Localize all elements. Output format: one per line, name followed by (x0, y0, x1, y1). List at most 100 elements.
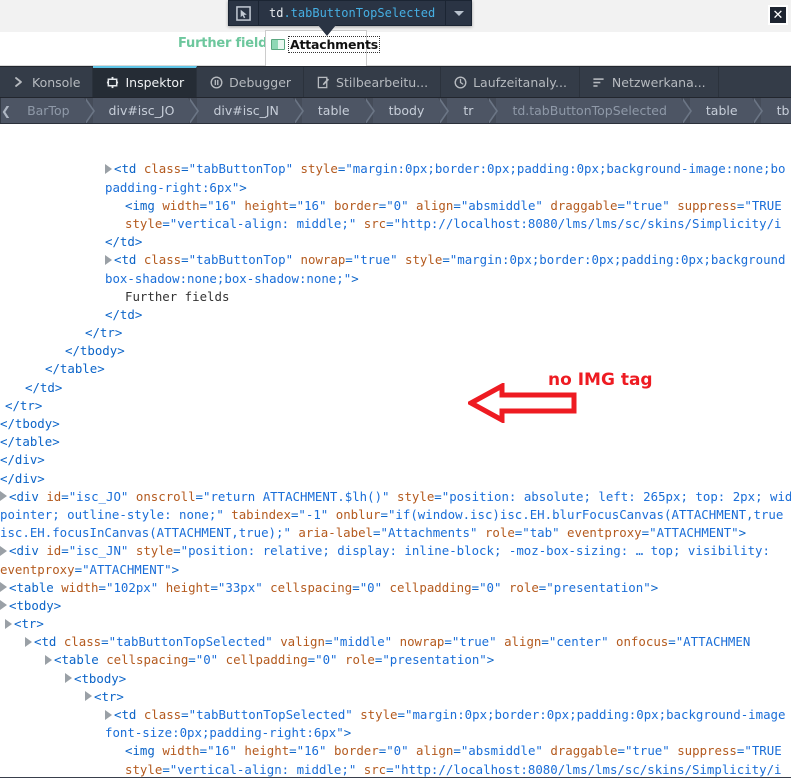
code-token: "tab" (522, 525, 560, 541)
code-line[interactable]: <tr> (0, 688, 791, 706)
code-token: </div> (0, 452, 45, 468)
code-line[interactable]: <tbody> (0, 597, 791, 615)
code-token: "true" (624, 197, 670, 213)
code-line[interactable]: <img width="16" height="16" border="0" a… (0, 742, 791, 760)
annotation-note: no IMG tag (548, 370, 653, 390)
breadcrumb-item-tbody-2[interactable]: tb (760, 98, 791, 123)
code-line[interactable]: <td class="tabButtonTop" style="margin:0… (0, 160, 791, 178)
code-line[interactable]: font-size:0px;padding-right:6px"> (0, 724, 791, 742)
code-line[interactable]: </tbody> (0, 342, 791, 360)
chevron-down-icon[interactable] (445, 1, 471, 25)
code-line[interactable]: <img width="16" height="16" border="0" a… (0, 197, 791, 215)
breadcrumb-item-div-isc-jo[interactable]: div#isc_JO (92, 98, 200, 123)
breadcrumb-item-td-tabbuttontopselected[interactable]: td.tabButtonTopSelected (496, 98, 693, 123)
code-line[interactable]: </td> (0, 379, 791, 397)
code-token: = (471, 579, 480, 595)
expand-triangle-icon[interactable] (0, 600, 7, 611)
breadcrumb-item-div-isc-jn[interactable]: div#isc_JN (197, 98, 305, 123)
tab-konsole[interactable]: Konsole (0, 67, 94, 97)
element-picker-tooltip[interactable]: td.tabButtonTopSelected (228, 0, 473, 26)
code-line[interactable]: style="vertical-align: middle;" src="htt… (0, 215, 791, 233)
code-token: height (244, 197, 290, 213)
breadcrumb-item-table[interactable]: table (301, 98, 375, 123)
code-line[interactable]: <tbody> (0, 670, 791, 688)
expand-triangle-icon[interactable] (105, 709, 112, 720)
breadcrumb-item-table-2[interactable]: table (689, 98, 763, 123)
tab-inspektor[interactable]: Inspektor (93, 66, 198, 97)
code-token: draggable (550, 197, 618, 213)
code-token: <img (125, 197, 163, 213)
code-line[interactable]: Further fields (0, 288, 791, 306)
element-picker-icon[interactable] (229, 1, 259, 25)
expand-triangle-icon[interactable] (25, 636, 32, 647)
code-line[interactable]: </tr> (0, 397, 791, 415)
code-line[interactable]: </table> (0, 360, 791, 378)
expand-triangle-icon[interactable] (0, 545, 7, 556)
code-token: role (508, 579, 539, 595)
expand-triangle-icon[interactable] (0, 491, 7, 502)
code-line[interactable]: <table cellspacing="0" cellpadding="0" r… (0, 651, 791, 669)
code-line[interactable]: <table width="102px" height="33px" cells… (0, 579, 791, 597)
code-token: = (641, 525, 650, 541)
code-token: = (434, 488, 442, 504)
expand-triangle-icon[interactable] (105, 254, 112, 265)
code-line[interactable]: pointer; outline-style: none;" tabindex =… (0, 506, 791, 524)
code-token: = (541, 634, 549, 650)
expand-triangle-icon[interactable] (45, 654, 52, 665)
code-line[interactable]: <td class="tabButtonTop" nowrap="true" s… (0, 251, 791, 269)
code-line[interactable]: </tr> (0, 324, 791, 342)
tab-stilbearbeitung[interactable]: Stilbearbeitu... (304, 67, 442, 97)
code-line[interactable]: </td> (0, 233, 791, 251)
code-line[interactable]: box-shadow:none;box-shadow:none;"> (0, 270, 791, 288)
code-line[interactable]: </div> (0, 451, 791, 469)
code-token: src (363, 215, 387, 231)
code-line[interactable]: isc.EH.focusInCanvas(ATTACHMENT,true);" … (0, 524, 791, 542)
code-token: border (333, 197, 379, 213)
expand-triangle-icon[interactable] (65, 673, 72, 684)
code-line[interactable]: style="vertical-align: middle;" src="htt… (0, 761, 791, 777)
breadcrumb[interactable]: ❮ BarTop div#isc_JO div#isc_JN table tbo… (0, 98, 791, 124)
page-tab-bar (0, 32, 791, 96)
code-token: </tbody> (65, 343, 125, 359)
code-line[interactable]: <td class="tabButtonTopSelected" style="… (0, 706, 791, 724)
expand-triangle-icon[interactable] (0, 582, 7, 593)
code-token: cellpadding (225, 652, 308, 668)
code-token: style (396, 488, 435, 504)
code-line[interactable]: </table> (0, 433, 791, 451)
code-token: </td> (105, 234, 143, 250)
code-token: = (199, 197, 208, 213)
expand-triangle-icon[interactable] (105, 163, 112, 174)
code-token: nowrap (300, 252, 346, 268)
code-token: src (363, 761, 387, 777)
code-line[interactable]: </td> (0, 306, 791, 324)
code-token: <div (9, 543, 47, 559)
code-line[interactable]: <tr> (0, 615, 791, 633)
code-line[interactable]: eventproxy="ATTACHMENT"> (0, 561, 791, 579)
code-line[interactable]: padding-right:6px"> (0, 179, 791, 197)
code-token: "middle" (332, 634, 393, 650)
code-line[interactable]: <div id="isc_JO" onscroll="return ATTACH… (0, 488, 791, 506)
markup-code-pane[interactable]: <td class="tabButtonTop" style="margin:0… (0, 124, 791, 777)
expand-triangle-icon[interactable] (5, 618, 12, 629)
code-line[interactable]: <div id="isc_JN" style="position: relati… (0, 542, 791, 560)
code-token: = (188, 652, 196, 668)
code-token: tabindex (231, 506, 291, 522)
tab-netzwerkanalyse[interactable]: Netzwerkana... (580, 67, 719, 97)
tab-laufzeitanalyse[interactable]: Laufzeitanaly... (441, 67, 580, 97)
code-line[interactable]: </div> (0, 470, 791, 488)
breadcrumb-item-tr[interactable]: tr (447, 98, 499, 123)
code-line[interactable]: <td class="tabButtonTopSelected" valign=… (0, 633, 791, 651)
breadcrumb-item-bartop[interactable]: BarTop (11, 98, 96, 123)
page-tab-further-fields[interactable]: Further fields (178, 36, 275, 51)
tab-debugger[interactable]: Debugger (197, 67, 305, 97)
expand-triangle-icon[interactable] (85, 691, 92, 702)
close-icon[interactable]: ✕ (768, 5, 788, 25)
code-token: = (289, 743, 297, 759)
code-token: = (442, 252, 450, 268)
page-tab-attachments[interactable]: Attachments (265, 30, 380, 66)
breadcrumb-item-tbody[interactable]: tbody (372, 98, 450, 123)
code-line[interactable]: </tbody> (0, 415, 791, 433)
chevron-left-icon[interactable]: ❮ (1, 98, 12, 123)
